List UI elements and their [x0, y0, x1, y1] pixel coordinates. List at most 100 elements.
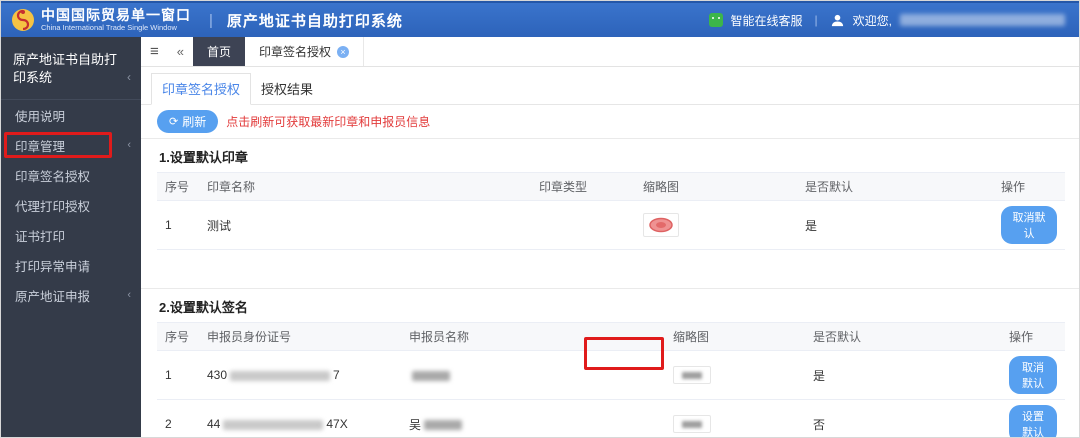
sidebar-menu: 使用说明 印章管理 ‹ 印章签名授权 代理打印授权 证书打印 打印异常申请 原产地证申报 ‹ [1, 100, 141, 310]
collapse-tabs-icon[interactable]: « [168, 37, 193, 66]
cell-declarant-id: 430 7 [199, 350, 401, 400]
customer-service-link[interactable]: 智能在线客服 [731, 12, 803, 29]
cell-declarant-name: 吴 [401, 399, 665, 437]
user-icon [831, 14, 843, 26]
cell-action: 设置默认 [1001, 399, 1065, 437]
cell-thumbnail [665, 350, 805, 400]
cell-thumbnail [665, 399, 805, 437]
sidebar-item-label: 证书打印 [15, 229, 66, 244]
signature-thumbnail-image [673, 366, 711, 384]
cell-thumbnail [635, 200, 797, 250]
chevron-left-icon: ‹ [127, 70, 131, 84]
redacted-name-segment [412, 370, 450, 381]
section-default-seal: 1.设置默认印章 序号 印章名称 印章类型 缩略图 是否默认 操作 1 测试 是取消默认 [141, 139, 1079, 288]
table-row: 1 测试 是取消默认 [157, 200, 1065, 250]
cell-no: 1 [157, 200, 199, 250]
seal-table: 序号 印章名称 印章类型 缩略图 是否默认 操作 1 测试 是取消默认 [157, 172, 1065, 250]
redacted-name-segment [424, 420, 463, 431]
column-header: 操作 [993, 172, 1065, 201]
sidebar-item-原产地证申报[interactable]: 原产地证申报 ‹ [1, 280, 141, 310]
cancel-default-button[interactable]: 取消默认 [1001, 206, 1057, 244]
customer-service-icon [708, 13, 723, 27]
subtab-auth-result[interactable]: 授权结果 [251, 74, 323, 104]
refresh-hint: 点击刷新可获取最新印章和申报员信息 [226, 115, 431, 129]
column-header: 印章名称 [199, 172, 531, 201]
sidebar-item-证书打印[interactable]: 证书打印 [1, 220, 141, 250]
section1-title: 1.设置默认印章 [159, 150, 248, 165]
top-header: 中国国际贸易单一窗口 China International Trade Sin… [1, 1, 1079, 37]
username-redacted [900, 14, 1065, 26]
section2-title: 2.设置默认签名 [159, 300, 248, 315]
cell-seal-name: 测试 [199, 200, 531, 250]
sidebar-system-title[interactable]: 原产地证书自助打印系统 ‹ [1, 37, 141, 100]
table-row: 2 44 47X 吴 否设置默认 [157, 399, 1065, 437]
redacted-id-segment [223, 419, 324, 430]
sidebar-item-使用说明[interactable]: 使用说明 [1, 100, 141, 130]
cell-no: 2 [157, 399, 199, 437]
column-header: 申报员身份证号 [199, 322, 401, 351]
redacted-id-segment [230, 370, 331, 381]
cancel-default-button[interactable]: 取消默认 [1009, 356, 1057, 394]
sidebar-item-label: 印章签名授权 [15, 169, 91, 184]
tab-home-label: 首页 [207, 45, 232, 59]
tab-home[interactable]: 首页 [193, 37, 246, 66]
column-header: 印章类型 [531, 172, 635, 201]
table-header-row: 序号 申报员身份证号 申报员名称 缩略图 是否默认 操作 [157, 322, 1065, 351]
refresh-button[interactable]: ⟳ 刷新 [157, 110, 219, 133]
signature-thumbnail-image [673, 415, 711, 433]
tab-seal-signature-auth[interactable]: 印章签名授权 × [245, 37, 365, 66]
refresh-row: ⟳ 刷新 点击刷新可获取最新印章和申报员信息 [141, 105, 1079, 139]
brand-title: 中国国际贸易单一窗口 [41, 7, 191, 23]
sidebar-item-打印异常申请[interactable]: 打印异常申请 [1, 250, 141, 280]
app-title: 原产地证书自助打印系统 [226, 12, 403, 30]
tab-strip: ≡ « 首页 印章签名授权 × [141, 37, 1079, 67]
column-header: 是否默认 [797, 172, 993, 201]
column-header: 是否默认 [805, 322, 1001, 351]
sidebar-item-label: 印章管理 [15, 139, 66, 154]
cell-is-default: 是 [805, 350, 1001, 400]
table-row: 1 430 7 是取消默认 [157, 350, 1065, 400]
signature-table: 序号 申报员身份证号 申报员名称 缩略图 是否默认 操作 1 430 7 是取消默认 2 44 47X… [157, 322, 1065, 437]
header-separator: | [814, 13, 818, 27]
sidebar-item-label: 打印异常申请 [15, 259, 91, 274]
cell-declarant-id: 44 47X [199, 399, 401, 437]
cell-action: 取消默认 [993, 200, 1065, 250]
column-header: 序号 [157, 322, 199, 351]
app-window: 中国国际贸易单一窗口 China International Trade Sin… [0, 0, 1080, 438]
sub-tabs: 印章签名授权 授权结果 [141, 67, 1079, 105]
hamburger-icon[interactable]: ≡ [141, 37, 168, 66]
cell-declarant-name [401, 350, 665, 400]
content: 印章签名授权 授权结果 ⟳ 刷新 点击刷新可获取最新印章和申报员信息 1.设置默… [141, 67, 1079, 437]
set-default-button[interactable]: 设置默认 [1009, 405, 1057, 437]
cell-is-default: 是 [797, 200, 993, 250]
chevron-left-icon: ‹ [127, 289, 131, 301]
brand-subtitle: China International Trade Single Window [41, 23, 177, 32]
brand-logo-icon [12, 9, 34, 31]
close-tab-icon[interactable]: × [337, 45, 350, 58]
sidebar-item-印章签名授权[interactable]: 印章签名授权 [1, 160, 141, 190]
subtab-seal-signature-auth[interactable]: 印章签名授权 [151, 73, 252, 105]
header-right: 智能在线客服 | 欢迎您, [708, 12, 1079, 29]
brand: 中国国际贸易单一窗口 China International Trade Sin… [1, 8, 191, 32]
sidebar-item-印章管理[interactable]: 印章管理 ‹ [1, 130, 141, 160]
sidebar-item-代理打印授权[interactable]: 代理打印授权 [1, 190, 141, 220]
refresh-icon: ⟳ [169, 116, 179, 128]
main-area: ≡ « 首页 印章签名授权 × 印章签名授权 授权结果 ⟳ 刷新 点击刷新可获取… [141, 37, 1079, 437]
cell-no: 1 [157, 350, 199, 400]
signature-mark [682, 371, 702, 379]
sidebar-title-label: 原产地证书自助打印系统 [13, 52, 118, 85]
column-header: 操作 [1001, 322, 1065, 351]
column-header: 序号 [157, 172, 199, 201]
cell-seal-type [531, 200, 635, 250]
header-divider: | [209, 11, 213, 29]
tab-active-label: 印章签名授权 [259, 45, 332, 59]
cell-action: 取消默认 [1001, 350, 1065, 400]
seal-thumbnail-image [643, 213, 679, 237]
sidebar-item-label: 代理打印授权 [15, 199, 91, 214]
welcome-label: 欢迎您, [852, 13, 892, 28]
sidebar: 原产地证书自助打印系统 ‹ 使用说明 印章管理 ‹ 印章签名授权 代理打印授权 证书打印打… [1, 37, 141, 437]
column-header: 缩略图 [665, 322, 805, 351]
signature-mark [682, 420, 702, 428]
refresh-button-label: 刷新 [182, 115, 207, 129]
cell-is-default: 否 [805, 399, 1001, 437]
